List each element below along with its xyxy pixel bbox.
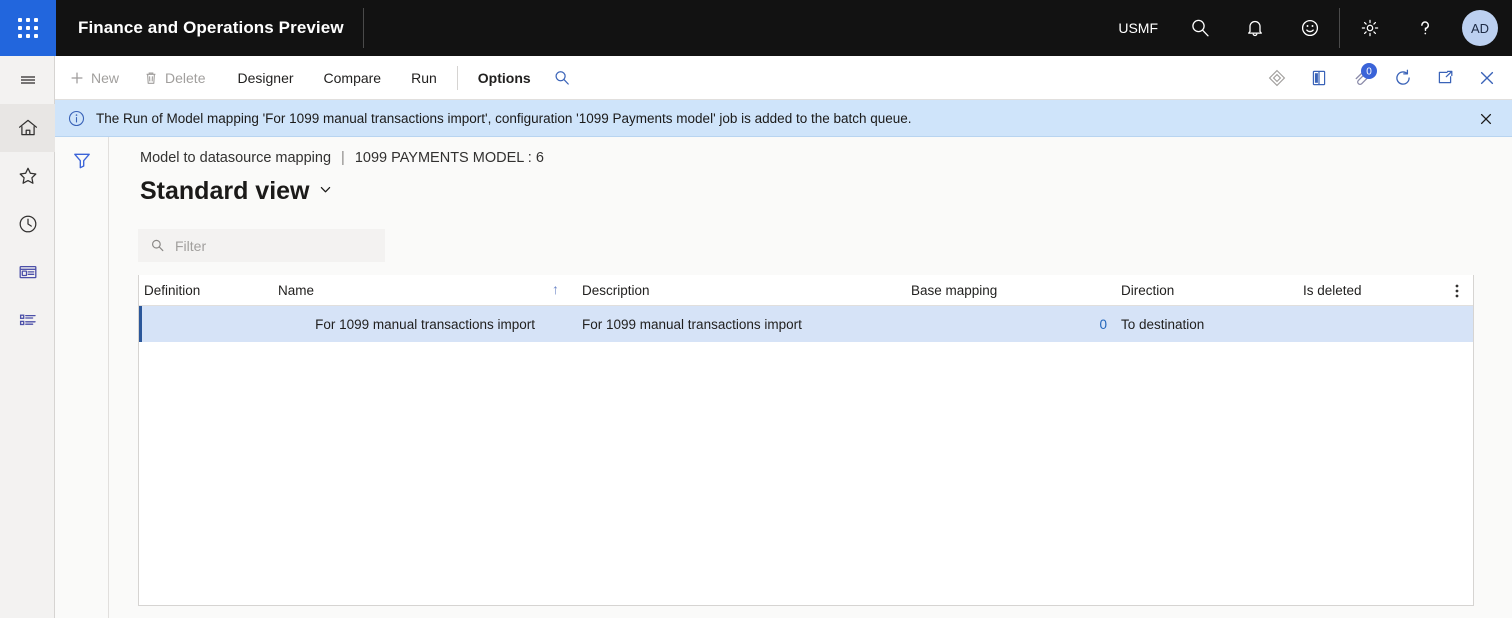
delete-button-label: Delete (165, 69, 206, 86)
search-icon (150, 238, 165, 253)
navigation-rail (0, 56, 55, 618)
toolbar-right-group: 0 (1256, 56, 1512, 100)
close-icon[interactable] (1466, 56, 1508, 100)
delete-button[interactable]: Delete (131, 56, 217, 100)
command-toolbar: New Delete Designer Compare Run Options (55, 56, 1512, 100)
options-button-label: Options (477, 69, 531, 86)
column-header-definition-label: Definition (144, 283, 201, 298)
top-bar-divider (1339, 8, 1340, 48)
open-in-office-icon[interactable] (1298, 56, 1340, 100)
waffle-grid (18, 18, 38, 38)
app-launcher-icon[interactable] (0, 0, 56, 56)
company-selector[interactable]: USMF (1104, 0, 1172, 56)
options-button[interactable]: Options (466, 56, 543, 100)
top-navigation-bar: Finance and Operations Preview USMF AD (0, 0, 1512, 56)
breadcrumb-parent[interactable]: Model to datasource mapping (140, 150, 331, 166)
plus-icon (69, 70, 85, 86)
filter-input-placeholder: Filter (175, 237, 207, 254)
trash-icon (143, 70, 159, 86)
more-vertical-icon[interactable] (1447, 275, 1467, 306)
chevron-down-icon (318, 182, 333, 201)
table-row[interactable]: For 1099 manual transactions import For … (139, 306, 1473, 342)
column-header-name-label: Name (278, 283, 315, 298)
modules-list-icon[interactable] (0, 296, 55, 344)
home-icon[interactable] (0, 104, 55, 152)
hamburger-menu-icon[interactable] (0, 56, 55, 104)
cell-is-deleted[interactable] (1303, 306, 1443, 342)
funnel-filter-icon[interactable] (55, 137, 109, 183)
message-bar-close-icon[interactable] (1468, 100, 1504, 137)
title-divider (363, 8, 364, 48)
compare-button[interactable]: Compare (312, 56, 394, 100)
column-header-direction[interactable]: Direction (1121, 275, 1271, 306)
designer-button[interactable]: Designer (225, 56, 305, 100)
personalize-diamond-icon[interactable] (1256, 56, 1298, 100)
column-header-definition[interactable]: Definition (144, 275, 274, 306)
designer-button-label: Designer (237, 69, 294, 86)
breadcrumb-separator: | (341, 150, 345, 166)
grid-header-row: Definition Name ↑ Description Base mappi… (139, 275, 1473, 306)
toolbar-divider (456, 65, 458, 90)
settings-gear-icon[interactable] (1342, 0, 1397, 56)
search-icon[interactable] (1172, 0, 1227, 56)
cell-base-mapping[interactable]: 0 (911, 306, 1107, 342)
new-button[interactable]: New (55, 56, 131, 100)
page-title-label: Standard view (140, 177, 310, 205)
recent-clock-icon[interactable] (0, 200, 55, 248)
new-button-label: New (91, 69, 120, 86)
filter-rail (55, 137, 109, 618)
page-title[interactable]: Standard view (140, 177, 333, 206)
message-bar-text: The Run of Model mapping 'For 1099 manua… (96, 110, 912, 126)
notifications-bell-icon[interactable] (1227, 0, 1282, 56)
cell-direction[interactable]: To destination (1121, 306, 1271, 342)
cell-name[interactable]: For 1099 manual transactions import (278, 306, 535, 342)
attachments-paperclip-icon[interactable]: 0 (1340, 56, 1382, 100)
open-in-new-window-icon[interactable] (1424, 56, 1466, 100)
filter-input[interactable]: Filter (138, 229, 385, 262)
favorites-star-icon[interactable] (0, 152, 55, 200)
run-button[interactable]: Run (399, 56, 449, 100)
cell-description[interactable]: For 1099 manual transactions import (582, 306, 902, 342)
column-header-description-label: Description (582, 283, 650, 298)
breadcrumb-current: 1099 PAYMENTS MODEL : 6 (354, 150, 544, 166)
refresh-icon[interactable] (1382, 56, 1424, 100)
info-circle-icon (68, 110, 85, 127)
sort-ascending-icon: ↑ (552, 281, 559, 297)
run-button-label: Run (411, 69, 437, 86)
row-selection-marker (139, 306, 142, 342)
column-header-base-mapping[interactable]: Base mapping (911, 275, 1041, 306)
data-grid: Definition Name ↑ Description Base mappi… (138, 275, 1474, 606)
toolbar-search-icon[interactable] (543, 56, 581, 100)
app-title: Finance and Operations Preview (78, 18, 344, 37)
breadcrumb: Model to datasource mapping | 1099 PAYME… (140, 150, 544, 166)
column-header-description[interactable]: Description (582, 275, 902, 306)
feedback-smiley-icon[interactable] (1282, 0, 1337, 56)
column-header-direction-label: Direction (1121, 283, 1175, 298)
help-question-icon[interactable] (1397, 0, 1452, 56)
workspaces-icon[interactable] (0, 248, 55, 296)
column-header-base-mapping-label: Base mapping (911, 283, 998, 298)
column-header-name[interactable]: Name (278, 275, 558, 306)
column-header-is-deleted-label: Is deleted (1303, 283, 1362, 298)
attachment-badge-count: 0 (1366, 66, 1372, 77)
top-bar-right-group: USMF AD (1104, 0, 1512, 56)
cell-definition[interactable] (144, 306, 274, 342)
app-window: Finance and Operations Preview USMF AD N… (0, 0, 1512, 618)
message-bar: The Run of Model mapping 'For 1099 manua… (55, 100, 1512, 137)
avatar[interactable]: AD (1462, 10, 1498, 46)
column-header-is-deleted[interactable]: Is deleted (1303, 275, 1443, 306)
compare-button-label: Compare (323, 69, 382, 86)
